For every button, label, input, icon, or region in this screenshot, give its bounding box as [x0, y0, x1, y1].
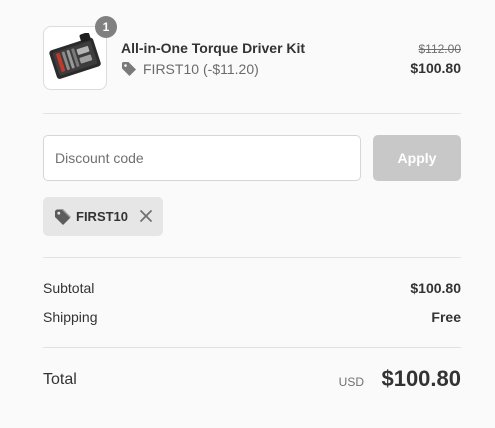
applied-discount-tag: FIRST10	[43, 197, 163, 236]
shipping-value: Free	[431, 309, 461, 325]
product-price: $100.80	[410, 60, 461, 76]
shipping-label: Shipping	[43, 309, 98, 325]
product-discount: FIRST10 (-$11.20)	[121, 61, 259, 77]
torque-driver-kit-icon	[49, 33, 101, 79]
quantity-badge: 1	[95, 16, 117, 38]
product-name: All-in-One Torque Driver Kit	[121, 40, 306, 56]
original-price: $112.00	[418, 42, 462, 56]
subtotal-value: $100.80	[410, 280, 461, 296]
remove-discount-icon[interactable]	[139, 209, 153, 223]
divider	[43, 347, 461, 348]
apply-button[interactable]: Apply	[373, 135, 461, 181]
subtotal-label: Subtotal	[43, 280, 95, 296]
applied-discount-code: FIRST10	[76, 209, 129, 224]
product-thumbnail	[43, 26, 107, 90]
divider	[43, 113, 461, 114]
product-discount-code: FIRST10	[143, 61, 200, 77]
product-discount-amount: (-$11.20)	[203, 61, 259, 77]
product-line-item: 1 All-in-One Torque Driver Kit FIRST10 (…	[43, 16, 462, 90]
discount-tag-icon	[121, 61, 137, 77]
discount-tag-icon	[54, 208, 72, 226]
total-label: Total	[43, 371, 77, 388]
total-value: $100.80	[381, 366, 461, 391]
total-currency: USD	[338, 375, 364, 389]
divider	[43, 257, 461, 258]
discount-code-input[interactable]	[43, 135, 361, 181]
